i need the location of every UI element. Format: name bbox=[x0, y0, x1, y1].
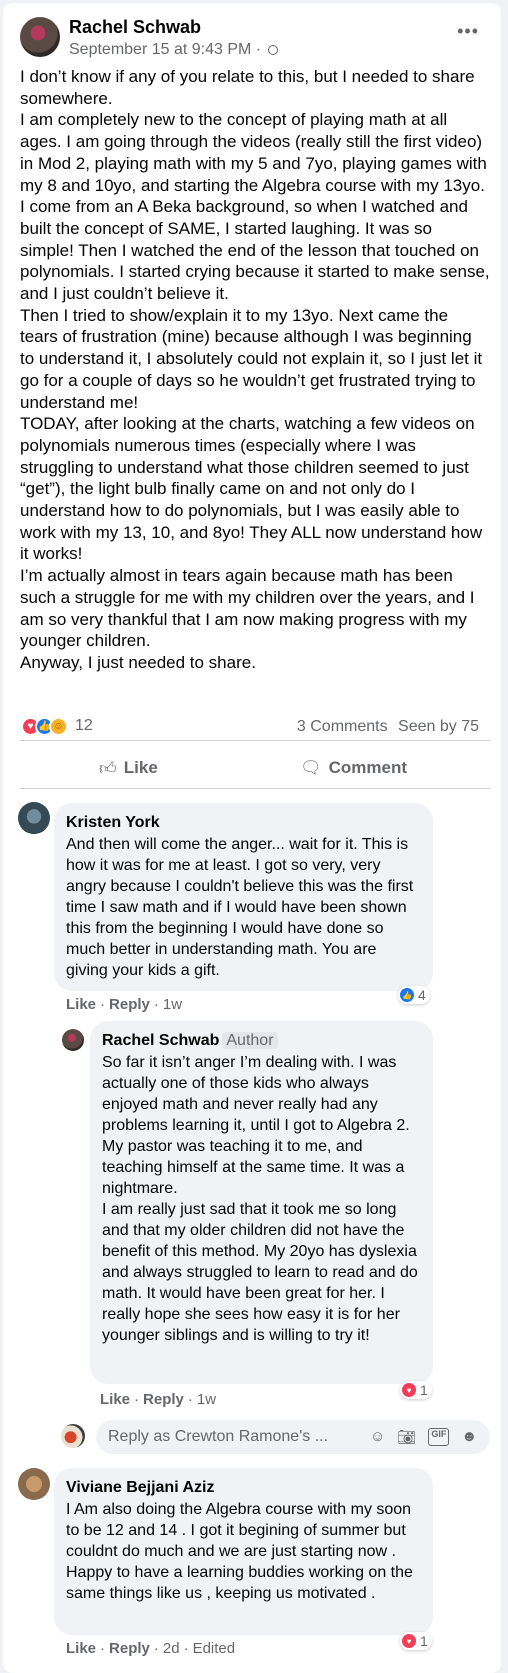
love-reaction-icon: ♥ bbox=[402, 1383, 416, 1397]
reply-icons: ☺ 📷︎ GIF ☻ bbox=[370, 1428, 477, 1446]
post-timestamp[interactable]: September 15 at 9:43 PM bbox=[69, 41, 251, 58]
comment-like-button[interactable]: Like bbox=[66, 996, 96, 1013]
seen-by-link[interactable]: Seen by 75 bbox=[398, 718, 479, 735]
comment-reaction-count: 1 bbox=[420, 1633, 428, 1649]
edited-label[interactable]: Edited bbox=[193, 1640, 236, 1657]
divider bbox=[20, 788, 490, 789]
comment-reaction-count: 1 bbox=[420, 1382, 428, 1398]
post-paragraph: Anyway, I just needed to share. bbox=[20, 652, 256, 672]
comment-text: So far it isn’t anger I’m dealing with. … bbox=[102, 1054, 410, 1197]
globe-icon bbox=[267, 44, 278, 55]
like-button[interactable]: 👍︎ Like bbox=[99, 754, 158, 782]
more-options-button[interactable]: ••• bbox=[457, 21, 479, 42]
author-avatar[interactable] bbox=[20, 17, 60, 57]
comment-reaction-badge[interactable]: 👍 4 bbox=[398, 986, 430, 1004]
comment-bubble: Viviane Bejjani Aziz I Am also doing the… bbox=[54, 1468, 433, 1635]
speech-bubble-icon: 🗨︎ bbox=[300, 758, 322, 777]
love-reaction-icon: ♥ bbox=[402, 1634, 416, 1648]
reply-placeholder: Reply as Crewton Ramone's ... bbox=[108, 1428, 329, 1445]
comment-actions: Like · Reply · 1w bbox=[100, 1391, 217, 1408]
post-paragraph: I don’t know if any of you relate to thi… bbox=[20, 67, 475, 108]
reaction-summary[interactable]: ♥ 👍 ☺ 12 bbox=[21, 716, 93, 736]
comment-bubble: Kristen York And then will come the ange… bbox=[54, 803, 433, 991]
comment-reaction-badge[interactable]: ♥ 1 bbox=[400, 1381, 432, 1399]
like-button-label: Like bbox=[123, 758, 158, 777]
post-paragraph: TODAY, after looking at the charts, watc… bbox=[20, 414, 483, 564]
post-card: Rachel Schwab September 15 at 9:43 PM · … bbox=[3, 3, 501, 1673]
reply-author: Rachel Schwab Author bbox=[102, 1030, 420, 1052]
commenter-name[interactable]: Kristen York bbox=[66, 812, 420, 834]
comment-reaction-badge[interactable]: ♥ 1 bbox=[400, 1632, 432, 1650]
comment-time[interactable]: 1w bbox=[197, 1391, 216, 1408]
comment-button-label: Comment bbox=[328, 758, 407, 777]
comment-like-button[interactable]: Like bbox=[66, 1640, 96, 1657]
commenter-name[interactable]: Rachel Schwab bbox=[102, 1032, 219, 1049]
post-author-name[interactable]: Rachel Schwab bbox=[69, 17, 201, 38]
current-user-avatar bbox=[61, 1424, 85, 1448]
comment-text: I Am also doing the Algebra course with … bbox=[66, 1501, 413, 1602]
emoji-icon[interactable]: ☺ bbox=[370, 1428, 385, 1446]
post-stats: 3 Comments Seen by 75 bbox=[297, 718, 479, 736]
commenter-avatar[interactable] bbox=[18, 802, 50, 834]
thumbs-up-icon: 👍︎ bbox=[99, 758, 117, 778]
author-badge: Author bbox=[222, 1032, 278, 1049]
post-paragraph: I am completely new to the concept of pl… bbox=[20, 110, 487, 195]
comment-reply-button[interactable]: Reply bbox=[143, 1391, 184, 1408]
post-meta: September 15 at 9:43 PM · bbox=[69, 41, 278, 59]
comment-time[interactable]: 2d bbox=[163, 1640, 180, 1657]
comment-reply-button[interactable]: Reply bbox=[109, 1640, 150, 1657]
post-paragraph: I come from an A Beka background, so whe… bbox=[20, 197, 490, 304]
care-reaction-icon: ☺ bbox=[49, 716, 68, 736]
commenter-avatar[interactable] bbox=[18, 1468, 50, 1500]
comment-text: I am really just sad that it took me so … bbox=[102, 1201, 418, 1344]
post-body: I don’t know if any of you relate to thi… bbox=[20, 66, 490, 674]
like-reaction-icon: 👍 bbox=[400, 988, 414, 1002]
comment-actions: Like · Reply · 1w bbox=[66, 996, 183, 1013]
comment-like-button[interactable]: Like bbox=[100, 1391, 130, 1408]
sticker-icon[interactable]: ☻ bbox=[461, 1428, 477, 1446]
commenter-name[interactable]: Viviane Bejjani Aziz bbox=[66, 1477, 420, 1499]
comment-text: And then will come the anger... wait for… bbox=[66, 836, 414, 979]
post-paragraph: Then I tried to show/explain it to my 13… bbox=[20, 305, 483, 412]
comment-reaction-count: 4 bbox=[418, 987, 426, 1003]
comment-button[interactable]: 🗨︎ Comment bbox=[300, 754, 407, 782]
reaction-count: 12 bbox=[75, 717, 93, 734]
gif-icon[interactable]: GIF bbox=[428, 1428, 450, 1446]
comments-count-link[interactable]: 3 Comments bbox=[297, 718, 388, 735]
camera-icon[interactable]: 📷︎ bbox=[397, 1428, 416, 1446]
comment-actions: Like · Reply · 2d · Edited bbox=[66, 1640, 236, 1657]
post-paragraph: I’m actually almost in tears again becau… bbox=[20, 566, 475, 651]
comment-time[interactable]: 1w bbox=[163, 996, 182, 1013]
comment-reply-button[interactable]: Reply bbox=[109, 996, 150, 1013]
reply-input[interactable]: Reply as Crewton Ramone's ... ☺ 📷︎ GIF ☻ bbox=[96, 1420, 490, 1454]
reply-bubble: Rachel Schwab Author So far it isn’t ange… bbox=[90, 1021, 433, 1384]
divider bbox=[20, 740, 490, 741]
commenter-avatar[interactable] bbox=[62, 1029, 84, 1051]
